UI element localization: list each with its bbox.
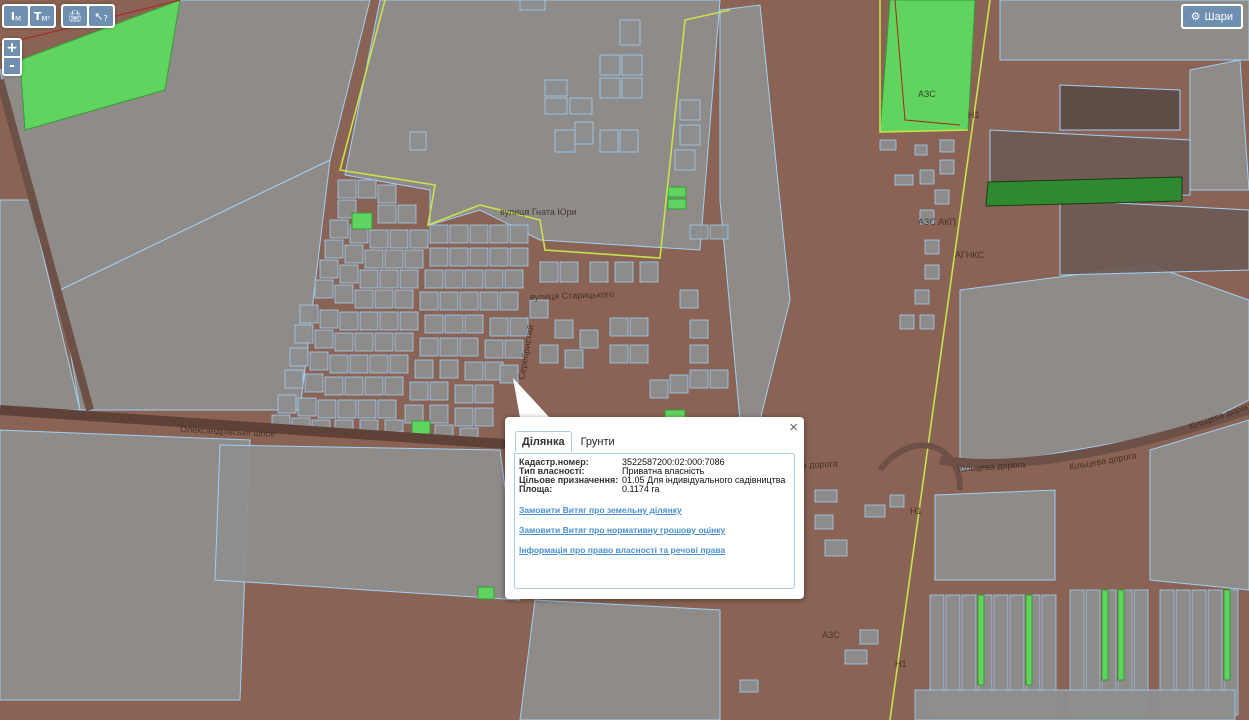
parcel-info-popup: × Ділянка Грунти Кадастр.номер: 35225872…: [505, 417, 804, 599]
area-ruler-icon: T: [33, 9, 42, 23]
layers-button[interactable]: ⚙ Шари: [1180, 4, 1243, 29]
print-button[interactable]: 🖨: [63, 6, 87, 26]
popup-links: Замовити Витяг про земельну ділянку Замо…: [519, 505, 725, 555]
area: 0.1174 га: [622, 484, 660, 494]
parcel-info: Кадастр.номер: 3522587200:02:000:7086 Ти…: [519, 458, 785, 494]
poi-label: АГНКС: [955, 250, 985, 260]
ownership-info-link[interactable]: Інформація про право власності та речові…: [519, 545, 725, 555]
identify-button[interactable]: ↖ ?: [89, 6, 113, 26]
print-icon: 🖨: [68, 9, 82, 23]
poi-label: АЗС: [918, 89, 936, 99]
road-number: Н1: [968, 110, 980, 120]
popup-tabs: Ділянка Грунти: [515, 431, 622, 452]
tools-toolbar: 🖨 ↖ ?: [61, 4, 115, 28]
measure-toolbar: I М T М²: [2, 4, 56, 28]
measure-area-label: М²: [41, 15, 51, 23]
gear-icon: ⚙: [1190, 11, 1201, 23]
measure-length-label: М: [15, 15, 22, 23]
poi-label: АЗС АКП: [918, 217, 956, 227]
info-row: Площа: 0.1174 га: [519, 485, 785, 494]
identify-label: ?: [103, 14, 108, 23]
measure-area-button[interactable]: T М²: [30, 6, 54, 26]
road-number: Н1: [910, 506, 922, 516]
map-canvas[interactable]: Олександрівське шосе вулиця Старицького …: [0, 0, 1249, 720]
order-extract-link[interactable]: Замовити Витяг про земельну ділянку: [519, 505, 725, 515]
cursor-question-icon: ↖: [94, 9, 104, 23]
zoom-control: + -: [2, 38, 22, 76]
street-label: вулиця Гната Юри: [500, 207, 577, 217]
close-icon[interactable]: ×: [789, 419, 798, 436]
tab-soils[interactable]: Грунти: [574, 431, 622, 452]
tab-parcel[interactable]: Ділянка: [515, 431, 572, 452]
popup-panel: Кадастр.номер: 3522587200:02:000:7086 Ти…: [514, 453, 795, 589]
measure-length-button[interactable]: I М: [4, 6, 28, 26]
zoom-out-button[interactable]: -: [4, 58, 20, 74]
layers-button-label: Шари: [1204, 10, 1233, 23]
zoom-in-button[interactable]: +: [4, 40, 20, 56]
order-valuation-link[interactable]: Замовити Витяг про нормативну грошову оц…: [519, 525, 725, 535]
poi-label: АЗС: [822, 630, 840, 640]
field-label: Площа:: [519, 484, 553, 494]
road-number: Н1: [895, 659, 907, 669]
